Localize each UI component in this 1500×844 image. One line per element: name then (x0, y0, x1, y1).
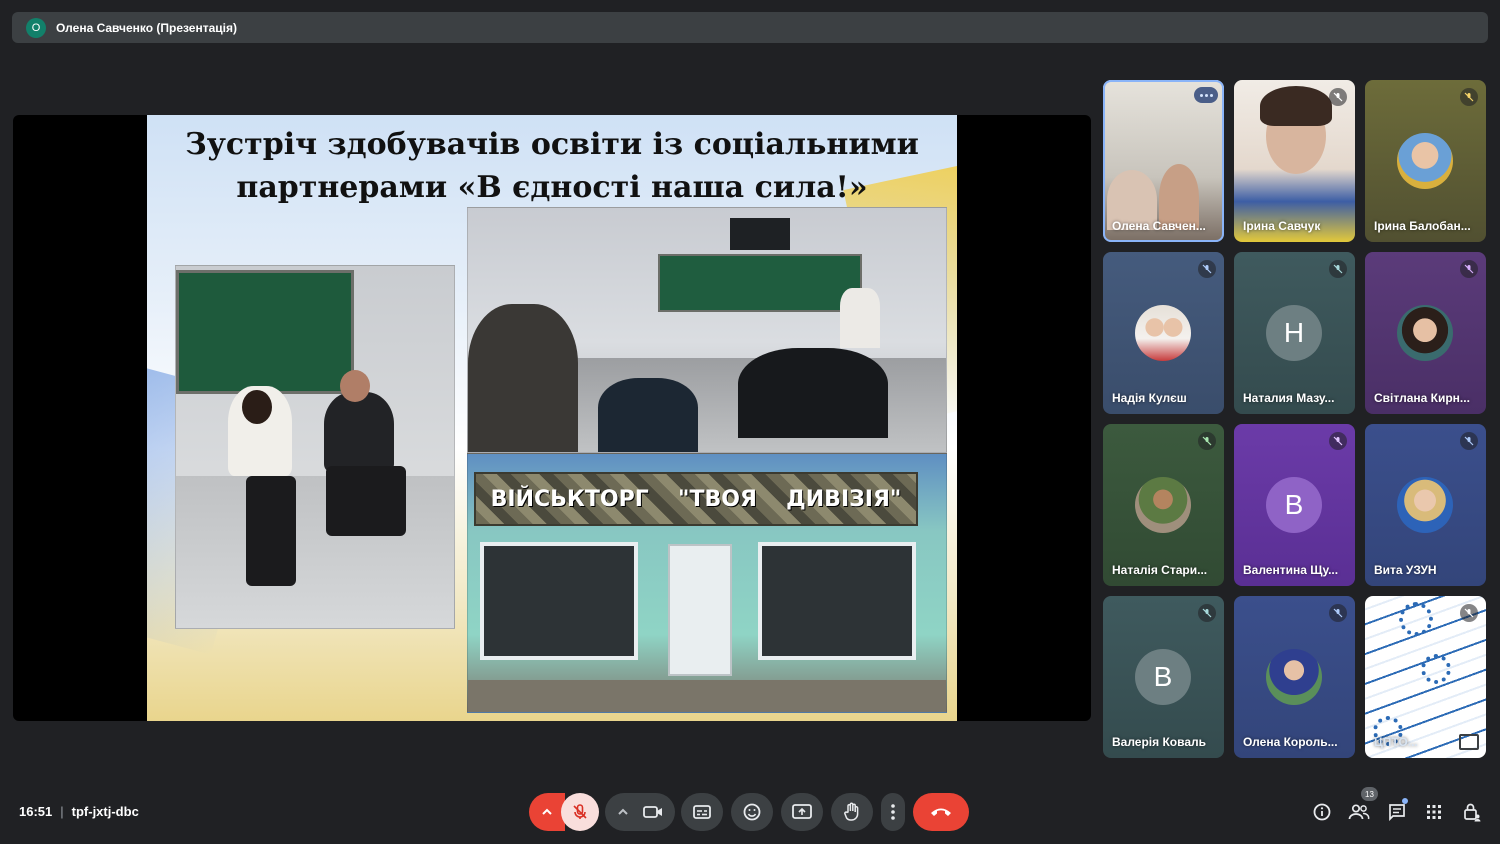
participant-tile-olena-korol[interactable]: Олена Король... (1234, 596, 1355, 758)
picture-in-picture-icon[interactable] (1459, 734, 1479, 750)
more-vert-icon (891, 804, 895, 820)
mic-off-icon (1329, 260, 1347, 278)
participant-tile-iryna-savchuk[interactable]: Ірина Савчук (1234, 80, 1355, 242)
presentation-stage[interactable]: Зустріч здобувачів освіти із соціальними… (13, 115, 1091, 721)
lock-person-icon (1464, 803, 1481, 822)
participant-initial-avatar: В (1266, 477, 1322, 533)
participant-name: Ірина Балобан... (1374, 219, 1471, 233)
mic-off-icon (1329, 432, 1347, 450)
person-man (324, 392, 394, 472)
participant-name: Світлана Кирн... (1374, 391, 1470, 405)
presenter-label: Олена Савченко (Презентація) (56, 20, 237, 35)
participant-name: Наталия Мазу... (1243, 391, 1335, 405)
shop-window-right (758, 542, 916, 660)
slide-photo-seated-people (175, 265, 455, 629)
people-count-badge: 13 (1361, 787, 1378, 801)
shop-sign: ВІЙСЬКТОРГ "ТВОЯ ДИВІЗІЯ" (474, 472, 918, 526)
participant-name: Надія Кулєш (1112, 391, 1187, 405)
activities-button[interactable] (1422, 800, 1446, 824)
meeting-details-button[interactable] (1310, 800, 1334, 824)
present-screen-button[interactable] (781, 793, 823, 831)
audio-options-button[interactable] (529, 793, 565, 831)
participant-initial-avatar: Н (1266, 305, 1322, 361)
hand-icon (844, 802, 859, 821)
mic-off-icon (1460, 260, 1478, 278)
participant-tile-nadiya-kulesh[interactable]: Надія Кулєш (1103, 252, 1224, 414)
captions-button[interactable] (681, 793, 723, 831)
mic-off-icon (1460, 604, 1478, 622)
participant-name: ЦПТО... (1374, 735, 1418, 749)
participant-name: Ірина Савчук (1243, 219, 1321, 233)
slide-title-line1: Зустріч здобувачів освіти із соціальними (185, 127, 919, 162)
chat-notification-dot (1402, 798, 1408, 804)
participant-tile-valentyna-shchu[interactable]: В Валентина Щу... (1234, 424, 1355, 586)
chevron-up-icon (542, 808, 552, 815)
participant-tile-olena-savchenko[interactable]: Олена Савчен... (1103, 80, 1224, 242)
mic-off-icon (1460, 88, 1478, 106)
shop-sign-mid: "ТВОЯ (678, 486, 757, 512)
shop-window-left (480, 542, 638, 660)
mic-off-icon (1198, 604, 1216, 622)
participant-tile-natalia-mazu[interactable]: Н Наталия Мазу... (1234, 252, 1355, 414)
meeting-info: 16:51 | tpf-jxtj-dbc (19, 804, 139, 819)
slide-title: Зустріч здобувачів освіти із соціальними… (167, 123, 937, 209)
people-button[interactable] (1347, 800, 1371, 824)
mic-off-icon (1329, 604, 1347, 622)
emoji-icon (743, 803, 761, 821)
participant-avatar (1135, 305, 1191, 361)
participant-avatar (1135, 477, 1191, 533)
meeting-time: 16:51 (19, 804, 53, 819)
more-options-button[interactable] (881, 793, 905, 831)
mic-off-icon (1329, 88, 1347, 106)
slide-photo-shop: ВІЙСЬКТОРГ "ТВОЯ ДИВІЗІЯ" (467, 453, 947, 713)
reactions-button[interactable] (731, 793, 773, 831)
presentation-slide: Зустріч здобувачів освіти із соціальними… (147, 115, 957, 721)
raise-hand-button[interactable] (831, 793, 873, 831)
mic-off-icon (1198, 432, 1216, 450)
participant-initial-avatar: В (1135, 649, 1191, 705)
participant-avatar (1266, 649, 1322, 705)
participant-name: Олена Савчен... (1112, 219, 1206, 233)
mic-off-icon (573, 804, 587, 819)
chalkboard (176, 270, 354, 394)
participant-name: Валерія Коваль (1112, 735, 1207, 749)
slide-title-line2: партнерами «В єдності наша сила!» (236, 170, 868, 205)
people-icon (1348, 804, 1370, 820)
participant-tile-valeriya-koval[interactable]: В Валерія Коваль (1103, 596, 1224, 758)
mic-off-icon (1198, 260, 1216, 278)
present-screen-icon (792, 804, 812, 819)
participant-avatar (1397, 305, 1453, 361)
presenter-bar: О Олена Савченко (Презентація) (12, 12, 1488, 43)
presenter-avatar: О (26, 17, 46, 38)
meeting-separator: | (60, 804, 64, 819)
participant-tile-vyta-uzun[interactable]: Вита УЗУН (1365, 424, 1486, 586)
participant-name: Вита УЗУН (1374, 563, 1437, 577)
microphone-toggle-button[interactable] (561, 793, 599, 831)
mic-off-icon (1460, 432, 1478, 450)
end-call-icon (931, 808, 951, 816)
participant-tile-natalia-stary[interactable]: Наталія Стари... (1103, 424, 1224, 586)
info-icon (1313, 803, 1331, 821)
more-options-icon[interactable] (1194, 87, 1218, 103)
slide-photo-classroom (467, 207, 947, 453)
participant-tile-iryna-baloban[interactable]: Ірина Балобан... (1365, 80, 1486, 242)
participant-avatar (1397, 477, 1453, 533)
participant-name: Валентина Щу... (1243, 563, 1339, 577)
chat-icon (1389, 804, 1405, 821)
camera-control-group[interactable] (605, 793, 675, 831)
participant-tile-cpto[interactable]: ЦПТО... (1365, 596, 1486, 758)
participant-name: Олена Король... (1243, 735, 1338, 749)
chevron-up-icon (618, 808, 628, 815)
host-controls-button[interactable] (1460, 800, 1484, 824)
participant-avatar (1397, 133, 1453, 189)
shop-sign-right: ДИВІЗІЯ" (786, 486, 902, 512)
participant-name: Наталія Стари... (1112, 563, 1208, 577)
apps-grid-icon (1427, 805, 1441, 819)
leave-call-button[interactable] (913, 793, 969, 831)
camera-icon (643, 806, 662, 818)
participant-tile-svitlana-kyrn[interactable]: Світлана Кирн... (1365, 252, 1486, 414)
captions-icon (693, 805, 711, 819)
meeting-code[interactable]: tpf-jxtj-dbc (72, 804, 139, 819)
shop-sign-left: ВІЙСЬКТОРГ (490, 486, 649, 512)
